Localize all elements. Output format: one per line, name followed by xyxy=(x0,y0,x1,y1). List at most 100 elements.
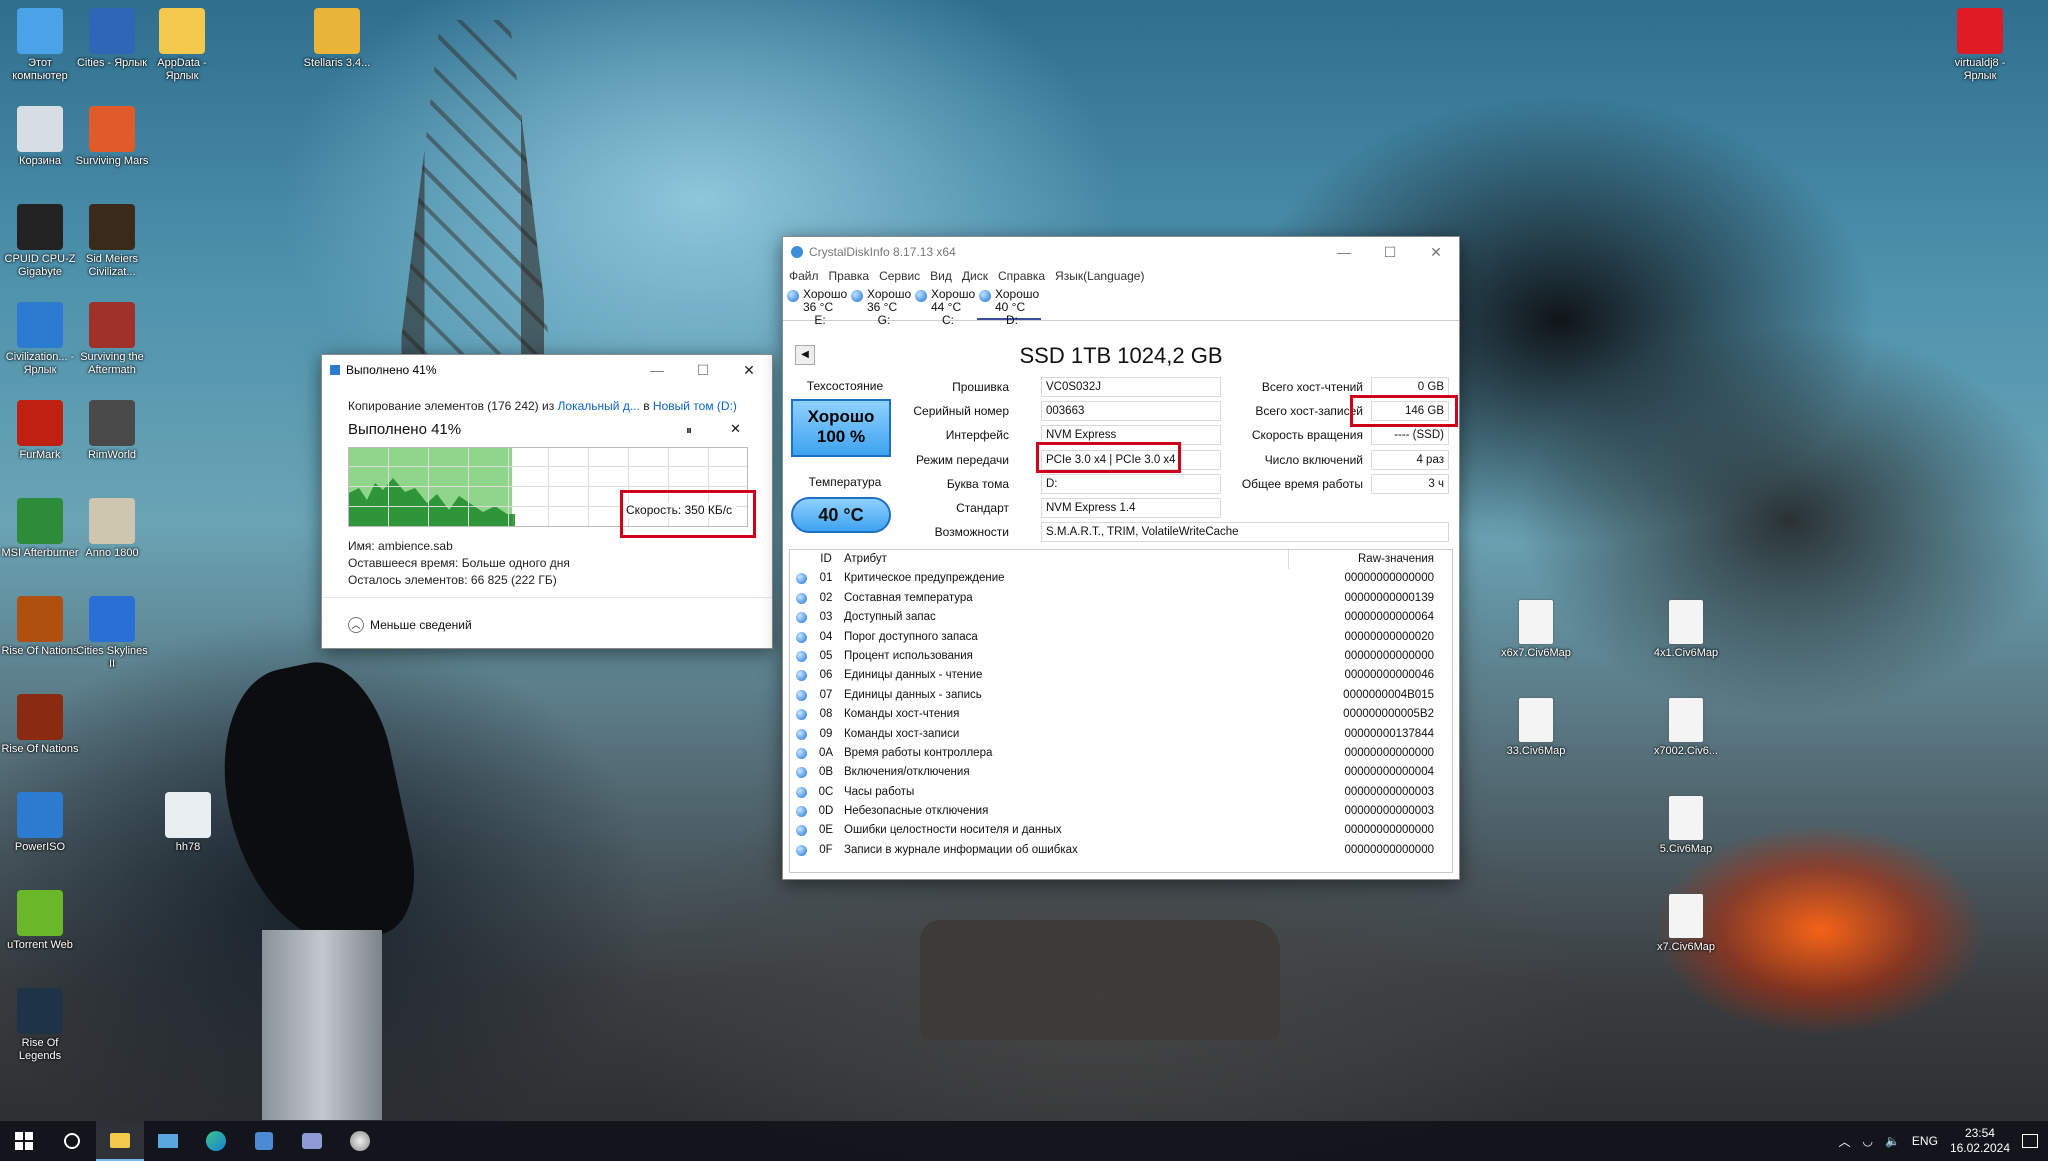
desktop-icon[interactable]: Sid Meiers Civilizat... xyxy=(72,204,152,279)
desktop-icon[interactable]: uTorrent Web xyxy=(0,890,80,952)
notifications-icon[interactable] xyxy=(2022,1134,2038,1148)
menu-item[interactable]: Вид xyxy=(930,269,952,283)
smart-row[interactable]: 0C Часы работы 00000000000003 xyxy=(790,783,1452,802)
health-status: Хорошо xyxy=(807,407,875,426)
menu-item[interactable]: Справка xyxy=(998,269,1045,283)
chevron-up-icon[interactable]: ︿ xyxy=(1838,1133,1850,1150)
destination-link[interactable]: Новый том (D:) xyxy=(653,399,737,413)
desktop-icon[interactable]: Stellaris 3.4... xyxy=(297,8,377,70)
taskbar-edge[interactable] xyxy=(192,1121,240,1161)
desktop-icon[interactable]: Rise Of Legends xyxy=(0,988,80,1063)
status-dot-icon xyxy=(851,290,863,302)
menu-item[interactable]: Файл xyxy=(789,269,819,283)
smart-row[interactable]: 08 Команды хост-чтения 000000000005B2 xyxy=(790,705,1452,724)
cdi-app-icon xyxy=(791,246,803,258)
taskbar-crystaldiskinfo[interactable] xyxy=(336,1121,384,1161)
wallpaper-raven xyxy=(202,650,428,960)
pause-button[interactable]: ⏸ xyxy=(686,423,692,438)
speaker-icon[interactable]: 🔈 xyxy=(1885,1134,1900,1148)
copy-window-titlebar[interactable]: Выполнено 41% — ☐ ✕ xyxy=(322,355,772,385)
desktop-icon[interactable]: Корзина xyxy=(0,106,80,168)
desktop-icon[interactable]: AppData - Ярлык xyxy=(142,8,222,83)
smart-row[interactable]: 09 Команды хост-записи 00000000137844 xyxy=(790,725,1452,744)
smart-row[interactable]: 0D Небезопасные отключения 00000000000003 xyxy=(790,802,1452,821)
smart-row[interactable]: 01 Критическое предупреждение 000000000000… xyxy=(790,569,1452,588)
maximize-button[interactable]: ☐ xyxy=(680,362,726,379)
taskbar-app-1[interactable] xyxy=(144,1121,192,1161)
desktop-icon[interactable]: PowerISO xyxy=(0,792,80,854)
desktop-icon[interactable]: Rise Of Nations xyxy=(0,596,80,658)
smart-row[interactable]: 02 Составная температура 00000000000139 xyxy=(790,589,1452,608)
desktop-icon[interactable]: CPUID CPU-Z Gigabyte xyxy=(0,204,80,279)
desktop-icon[interactable]: Rise Of Nations xyxy=(0,694,80,756)
menu-item[interactable]: Язык(Language) xyxy=(1055,269,1144,283)
smart-row[interactable]: 0A Время работы контроллера 00000000000000 xyxy=(790,744,1452,763)
temperature-value: 40 °C xyxy=(791,497,891,533)
search-button[interactable] xyxy=(48,1121,96,1161)
desktop-icon[interactable]: Surviving Mars xyxy=(72,106,152,168)
smart-row[interactable]: 0E Ошибки целостности носителя и данных 00… xyxy=(790,821,1452,840)
language-indicator[interactable]: ENG xyxy=(1912,1134,1938,1148)
stat-label: Всего хост-чтений xyxy=(1261,380,1363,394)
desktop-icon[interactable]: Surviving the Aftermath xyxy=(72,302,152,377)
menu-item[interactable]: Правка xyxy=(829,269,870,283)
source-link[interactable]: Локальный д... xyxy=(558,399,640,413)
taskbar-app-2[interactable] xyxy=(240,1121,288,1161)
desktop-icon-label: x7.Civ6Map xyxy=(1656,941,1716,953)
desktop-icon[interactable]: MSI Afterburner xyxy=(0,498,80,560)
desktop-icon[interactable]: Civilization... - Ярлык xyxy=(0,302,80,377)
app-icon xyxy=(17,596,63,642)
smart-row[interactable]: 05 Процент использования 00000000000000 xyxy=(790,647,1452,666)
menu-item[interactable]: Сервис xyxy=(879,269,920,283)
desktop-icon[interactable]: 4x1.Civ6Map xyxy=(1646,600,1726,660)
crystaldiskinfo-window[interactable]: CrystalDiskInfo 8.17.13 x64 — ☐ ✕ Файл Пр… xyxy=(782,236,1460,880)
drive-tab[interactable]: Хорошо 40 °C D: xyxy=(977,285,1041,327)
cdi-titlebar[interactable]: CrystalDiskInfo 8.17.13 x64 — ☐ ✕ xyxy=(783,237,1459,267)
desktop-icon[interactable]: x7002.Civ6... xyxy=(1646,698,1726,758)
desktop-icon[interactable]: 5.Civ6Map xyxy=(1646,796,1726,856)
smart-row[interactable]: 06 Единицы данных - чтение 00000000000046 xyxy=(790,666,1452,685)
items-remaining: Осталось элементов: 66 825 (222 ГБ) xyxy=(348,573,557,587)
app-icon xyxy=(1519,600,1553,644)
smart-row[interactable]: 0F Записи в журнале информации об ошибках… xyxy=(790,841,1452,860)
taskbar-app-3[interactable] xyxy=(288,1121,336,1161)
desktop-icon[interactable]: Anno 1800 xyxy=(72,498,152,560)
start-button[interactable] xyxy=(0,1121,48,1161)
drive-tab[interactable]: Хорошо 44 °C C: xyxy=(913,285,977,327)
minimize-button[interactable]: — xyxy=(634,362,680,378)
desktop-icon[interactable]: virtualdj8 - Ярлык xyxy=(1940,8,2020,83)
header-raw: Raw-значения xyxy=(1358,553,1434,565)
desktop-icon[interactable]: Cities Skylines II xyxy=(72,596,152,671)
cancel-copy-button[interactable]: ✕ xyxy=(730,421,741,437)
desktop-icon[interactable]: Cities - Ярлык xyxy=(72,8,152,70)
clock[interactable]: 23:54 16.02.2024 xyxy=(1950,1126,2010,1156)
copy-progress-window[interactable]: Выполнено 41% — ☐ ✕ Копирование элементо… xyxy=(321,354,773,649)
close-button[interactable]: ✕ xyxy=(726,362,772,379)
desktop-icon[interactable]: x6x7.Civ6Map xyxy=(1496,600,1576,660)
menu-item[interactable]: Диск xyxy=(962,269,988,283)
drive-tab[interactable]: Хорошо 36 °C G: xyxy=(849,285,913,327)
desktop-icon-label: Anno 1800 xyxy=(85,547,139,559)
status-dot-icon xyxy=(796,806,807,818)
desktop-icon[interactable]: x7.Civ6Map xyxy=(1646,894,1726,954)
desktop-icon[interactable]: 33.Civ6Map xyxy=(1496,698,1576,758)
desktop-icon[interactable]: hh78 xyxy=(148,792,228,854)
less-details-button[interactable]: ︿ Меньше сведений xyxy=(348,617,472,633)
taskbar-explorer[interactable] xyxy=(96,1121,144,1161)
network-icon[interactable]: ◡ xyxy=(1862,1134,1872,1148)
smart-row[interactable]: 04 Порог доступного запаса 00000000000020 xyxy=(790,628,1452,647)
desktop-icon[interactable]: RimWorld xyxy=(72,400,152,462)
status-dot-icon xyxy=(796,689,807,701)
smart-row[interactable]: 07 Единицы данных - запись 0000000004B015 xyxy=(790,686,1452,705)
maximize-button[interactable]: ☐ xyxy=(1367,244,1413,261)
desktop-icon[interactable]: FurMark xyxy=(0,400,80,462)
app-icon xyxy=(17,400,63,446)
smart-row[interactable]: 0B Включения/отключения 00000000000004 xyxy=(790,763,1452,782)
smart-row[interactable]: 03 Доступный запас 00000000000064 xyxy=(790,608,1452,627)
stat-value: 3 ч xyxy=(1371,473,1449,494)
minimize-button[interactable]: — xyxy=(1321,244,1367,260)
close-button[interactable]: ✕ xyxy=(1413,244,1459,261)
drive-tab[interactable]: Хорошо 36 °C E: xyxy=(785,285,849,327)
status-dot-icon xyxy=(796,728,807,740)
desktop-icon[interactable]: Этот компьютер xyxy=(0,8,80,83)
